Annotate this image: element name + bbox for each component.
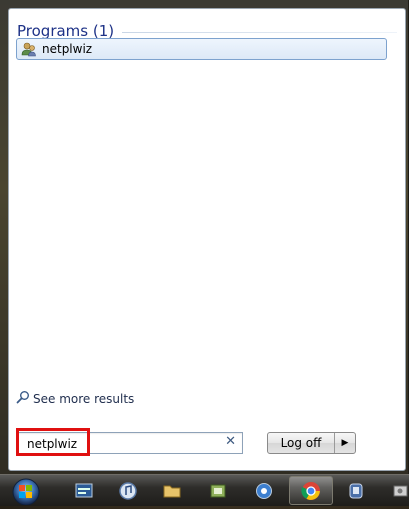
window-icon[interactable] bbox=[73, 480, 95, 502]
itunes-icon[interactable] bbox=[117, 480, 139, 502]
app-icon[interactable] bbox=[345, 480, 367, 502]
app-icon[interactable] bbox=[392, 480, 409, 502]
folder-icon[interactable] bbox=[161, 480, 183, 502]
close-icon[interactable]: ✕ bbox=[225, 434, 236, 449]
log-off-button[interactable]: Log off ▶ bbox=[267, 432, 356, 454]
users-icon bbox=[21, 41, 37, 57]
log-off-label: Log off bbox=[268, 433, 335, 453]
chevron-right-icon[interactable]: ▶ bbox=[335, 438, 355, 448]
search-result-netplwiz[interactable]: netplwiz bbox=[16, 38, 387, 60]
see-more-results-label: See more results bbox=[33, 391, 135, 406]
search-result-label: netplwiz bbox=[42, 42, 93, 56]
see-more-results-link[interactable]: See more results bbox=[16, 389, 134, 408]
group-divider bbox=[122, 31, 397, 33]
windows-orb-icon[interactable] bbox=[7, 476, 45, 506]
search-highlight-annotation bbox=[16, 428, 90, 456]
app-icon[interactable] bbox=[207, 480, 229, 502]
start-menu: Programs (1) netplwiz See more results n… bbox=[0, 0, 409, 474]
blue-circle-icon[interactable] bbox=[253, 480, 275, 502]
chrome-icon[interactable] bbox=[300, 480, 322, 502]
search-icon bbox=[16, 389, 30, 408]
